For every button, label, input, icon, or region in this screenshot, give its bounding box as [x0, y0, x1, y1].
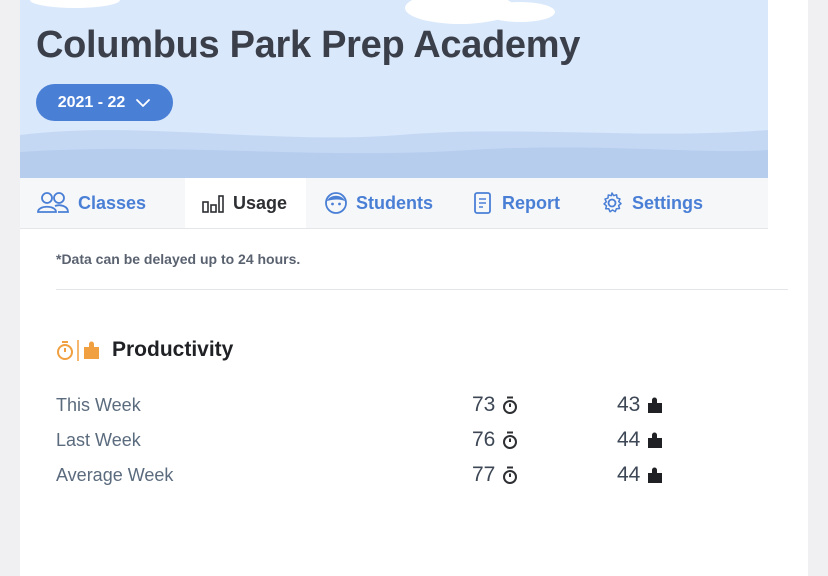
people-icon: [37, 192, 69, 213]
average-week-puzzles: 44: [617, 463, 664, 487]
school-title: Columbus Park Prep Academy: [36, 24, 581, 66]
productivity-icon: [57, 340, 99, 361]
last-week-puzzles: 44: [617, 428, 664, 452]
minutes-value: 76: [472, 428, 496, 451]
stopwatch-icon: [503, 431, 518, 449]
average-week-minutes: 77: [472, 463, 519, 487]
tab-report-label: Report: [502, 192, 560, 213]
tab-students[interactable]: Students: [324, 178, 433, 228]
tab-settings[interactable]: Settings: [600, 178, 703, 228]
divider: [56, 289, 788, 290]
minutes-value: 73: [472, 393, 496, 416]
tab-bar: Classes Usage Students Report Settings: [20, 178, 768, 229]
tab-classes[interactable]: Classes: [20, 178, 185, 228]
stopwatch-icon: [503, 466, 518, 484]
report-icon: [474, 192, 491, 214]
tab-settings-label: Settings: [632, 192, 704, 213]
puzzles-value: 43: [617, 393, 641, 416]
row-label-average-week: Average Week: [56, 465, 174, 485]
stopwatch-icon: [503, 396, 518, 414]
row-label-last-week: Last Week: [56, 430, 141, 450]
year-select-label: 2021 - 22: [57, 93, 126, 111]
productivity-title: Productivity: [112, 338, 234, 361]
puzzles-value: 44: [617, 428, 641, 451]
row-label-this-week: This Week: [56, 395, 141, 415]
year-select[interactable]: 2021 - 22: [36, 84, 173, 121]
gear-icon: [603, 192, 622, 213]
last-week-minutes: 76: [472, 428, 519, 452]
this-week-minutes: 73: [472, 393, 519, 417]
header-banner: Columbus Park Prep Academy 2021 - 22: [20, 0, 768, 178]
tab-usage-label: Usage: [233, 192, 288, 213]
data-delay-notice: *Data can be delayed up to 24 hours.: [56, 251, 301, 267]
tab-classes-label: Classes: [78, 192, 147, 213]
bar-chart-icon: [202, 195, 224, 213]
tab-usage[interactable]: Usage: [185, 178, 306, 228]
puzzle-piece-icon: [648, 397, 663, 413]
puzzles-value: 44: [617, 463, 641, 486]
tab-students-label: Students: [356, 192, 434, 213]
puzzle-piece-icon: [648, 432, 663, 448]
puzzle-piece-icon: [648, 467, 663, 483]
minutes-value: 77: [472, 463, 496, 486]
chevron-down-icon: [136, 98, 151, 107]
productivity-header: Productivity: [56, 337, 233, 363]
this-week-puzzles: 43: [617, 393, 664, 417]
tab-report[interactable]: Report: [472, 178, 560, 228]
student-face-icon: [325, 192, 347, 214]
